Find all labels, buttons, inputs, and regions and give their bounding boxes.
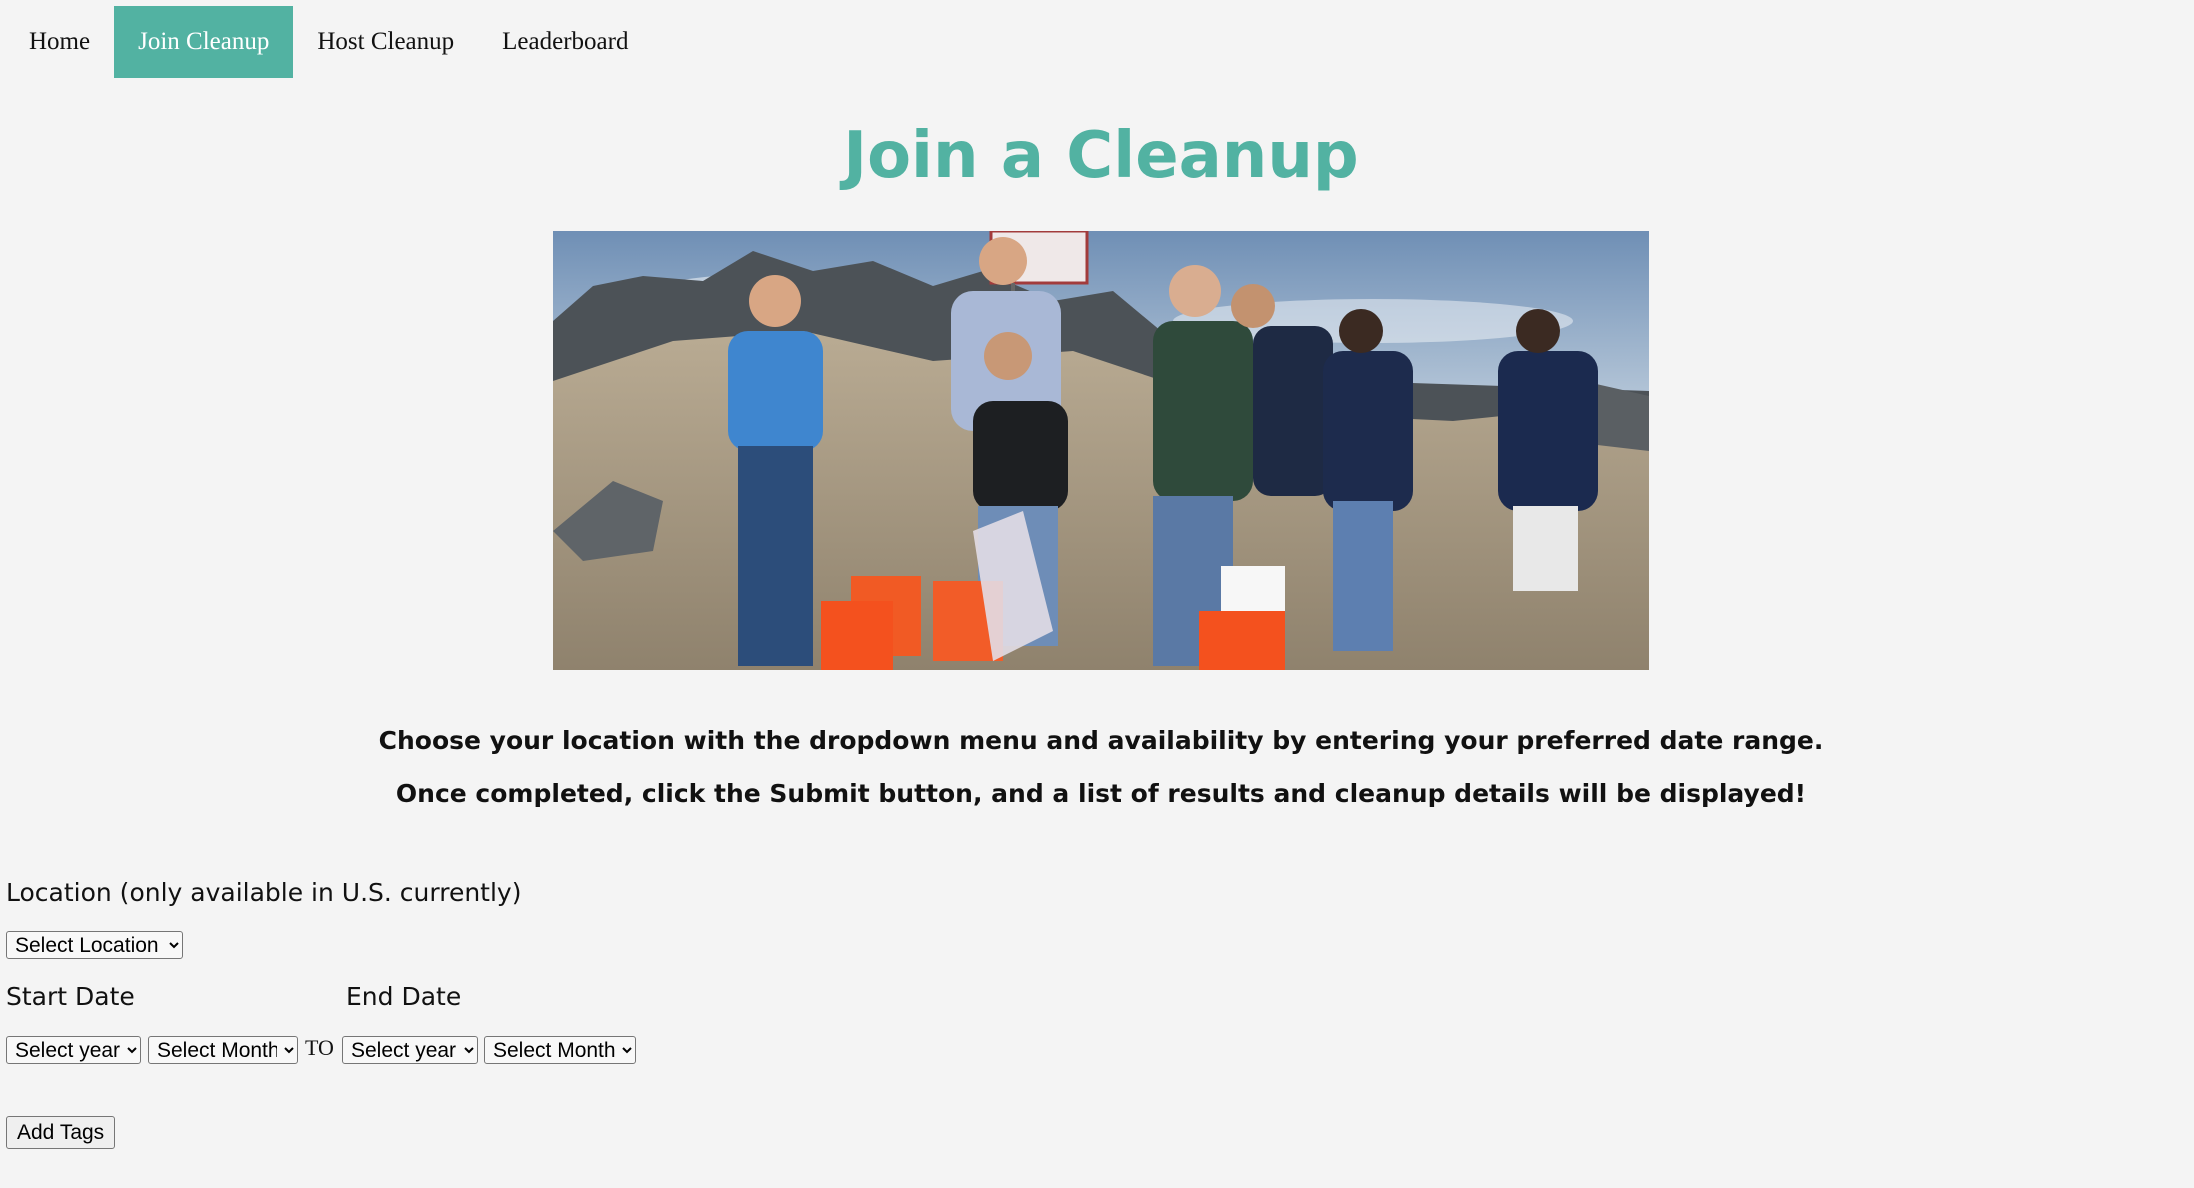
- date-range-to-text: TO: [305, 1035, 334, 1060]
- start-date-label: Start Date: [6, 982, 135, 1011]
- main-nav: Home Join Cleanup Host Cleanup Leaderboa…: [0, 6, 652, 78]
- hero-image: [553, 231, 1649, 670]
- instructions: Choose your location with the dropdown m…: [0, 714, 2194, 820]
- start-month-select[interactable]: Select Month: [148, 1036, 298, 1064]
- location-label: Location (only available in U.S. current…: [6, 878, 522, 907]
- instructions-line-2: Once completed, click the Submit button,…: [395, 779, 1807, 808]
- location-select[interactable]: Select Location: [6, 931, 183, 959]
- nav-join-cleanup[interactable]: Join Cleanup: [114, 6, 294, 78]
- instructions-line-1: Choose your location with the dropdown m…: [378, 726, 1824, 755]
- nav-leaderboard[interactable]: Leaderboard: [478, 6, 652, 78]
- end-month-select[interactable]: Select Month: [484, 1036, 636, 1064]
- start-year-select[interactable]: Select year: [6, 1036, 141, 1064]
- page-title: Join a Cleanup: [843, 119, 1359, 193]
- add-tags-button[interactable]: Add Tags: [6, 1116, 116, 1149]
- nav-host-cleanup[interactable]: Host Cleanup: [293, 6, 478, 78]
- end-year-select[interactable]: Select year: [342, 1036, 478, 1064]
- nav-home[interactable]: Home: [0, 6, 114, 78]
- end-date-label: End Date: [346, 982, 462, 1011]
